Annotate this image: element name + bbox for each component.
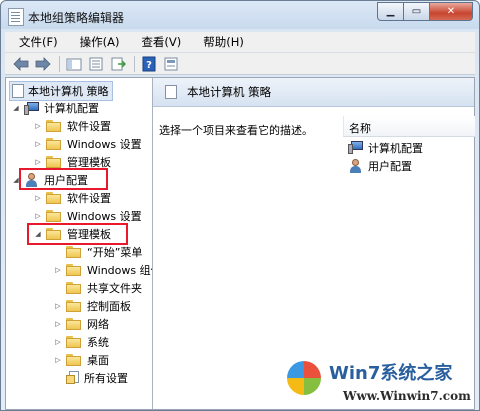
- toolbar-separator: [134, 55, 135, 72]
- details-title: 本地计算机 策略: [187, 85, 272, 99]
- expand-arrow-icon[interactable]: ▷: [33, 140, 43, 148]
- folder-icon: [66, 300, 82, 312]
- expand-arrow-icon[interactable]: ▷: [33, 158, 43, 166]
- menu-file[interactable]: 文件(F): [5, 34, 66, 50]
- list-item-computer-config[interactable]: 计算机配置: [348, 139, 423, 156]
- toolbar: ?: [5, 52, 475, 75]
- expand-arrow-icon[interactable]: ▷: [53, 266, 63, 274]
- tree-item-label: “开始”菜单: [87, 246, 143, 259]
- tree-item-label: 软件设置: [67, 120, 111, 133]
- folder-icon: [46, 192, 62, 204]
- list-item-label: 用户配置: [368, 159, 412, 173]
- folder-icon: [66, 282, 82, 294]
- tree-item-label: 本地计算机 策略: [28, 85, 109, 98]
- expand-arrow-icon[interactable]: ▷: [33, 194, 43, 202]
- folder-icon: [66, 246, 82, 258]
- tree-item-root[interactable]: 本地计算机 策略: [9, 81, 113, 101]
- computer-icon: [348, 141, 364, 154]
- tree-item-label: 所有设置: [84, 372, 128, 385]
- expand-arrow-icon[interactable]: ▷: [33, 212, 43, 220]
- column-header-name[interactable]: 名称: [343, 116, 475, 137]
- properties-icon[interactable]: [161, 55, 181, 73]
- highlight-box-admin-templates: [27, 223, 128, 245]
- tree-item-label: 网络: [87, 318, 109, 331]
- close-button[interactable]: ✕: [430, 2, 473, 21]
- help-icon[interactable]: ?: [139, 55, 159, 73]
- menu-bar: 文件(F) 操作(A) 查看(V) 帮助(H): [5, 32, 475, 52]
- tree-item-label: Windows 设置: [67, 210, 142, 223]
- tree-item-label: 系统: [87, 336, 109, 349]
- windows-logo-icon: [287, 361, 321, 395]
- column-header-label: 名称: [349, 122, 371, 135]
- gpedit-window: 本地组策略编辑器 ▁ ▭ ✕ 文件(F) 操作(A) 查看(V) 帮助(H) ?…: [0, 0, 480, 411]
- list-item-label: 计算机配置: [368, 141, 423, 155]
- expand-arrow-icon[interactable]: ▷: [53, 338, 63, 346]
- tree-item-label: 软件设置: [67, 192, 111, 205]
- user-icon: [348, 158, 364, 173]
- menu-action[interactable]: 操作(A): [66, 34, 128, 50]
- policy-document-icon: [165, 85, 177, 99]
- site-watermark: Win7系统之家 Www.Winwin7.com: [281, 357, 477, 409]
- back-icon[interactable]: [11, 55, 31, 73]
- tree-item-shared-folders[interactable]: 共享文件夹: [53, 279, 142, 297]
- tree-item-label: 桌面: [87, 354, 109, 367]
- minimize-button[interactable]: ▁: [377, 2, 404, 21]
- tree-item-computer-config[interactable]: ◢ 计算机配置: [11, 99, 99, 117]
- folder-icon: [46, 210, 62, 222]
- expand-arrow-icon[interactable]: ▷: [33, 122, 43, 130]
- watermark-title: Win7系统之家: [329, 363, 453, 384]
- folder-icon: [66, 318, 82, 330]
- description-text: 选择一个项目来查看它的描述。: [159, 124, 313, 137]
- tree-item-desktop[interactable]: ▷ 桌面: [53, 351, 109, 369]
- folder-icon: [66, 336, 82, 348]
- collapse-arrow-icon[interactable]: ◢: [11, 104, 21, 112]
- menu-help[interactable]: 帮助(H): [189, 34, 252, 50]
- list-item-user-config[interactable]: 用户配置: [348, 157, 412, 174]
- expand-arrow-icon[interactable]: ▷: [53, 302, 63, 310]
- export-list-icon[interactable]: [108, 55, 128, 73]
- tree-item-label: 计算机配置: [44, 102, 99, 115]
- tree-item-label: Windows 组件: [87, 264, 152, 277]
- window-title: 本地组策略编辑器: [28, 11, 125, 25]
- tree-item-network[interactable]: ▷ 网络: [53, 315, 109, 333]
- title-bar[interactable]: 本地组策略编辑器 ▁ ▭ ✕: [1, 1, 479, 31]
- maximize-button[interactable]: ▭: [404, 2, 430, 21]
- tree-item-control-panel[interactable]: ▷ 控制面板: [53, 297, 131, 315]
- folder-icon: [66, 354, 82, 366]
- tree-item-windows-settings[interactable]: ▷ Windows 设置: [33, 135, 142, 153]
- tree-item-label: 共享文件夹: [87, 282, 142, 295]
- all-settings-icon: [66, 371, 80, 385]
- folder-icon: [46, 156, 62, 168]
- tree-item-label: 控制面板: [87, 300, 131, 313]
- tree-item-label: Windows 设置: [67, 138, 142, 151]
- show-hide-tree-icon[interactable]: [86, 55, 106, 73]
- toolbar-separator: [59, 55, 60, 72]
- up-icon[interactable]: [64, 55, 84, 73]
- expand-arrow-icon[interactable]: ▷: [53, 356, 63, 364]
- highlight-box-user-config: [19, 168, 108, 190]
- folder-icon: [46, 120, 62, 132]
- tree-item-software-settings[interactable]: ▷ 软件设置: [33, 117, 111, 135]
- policy-document-icon: [12, 84, 24, 98]
- computer-icon: [24, 101, 40, 115]
- folder-icon: [66, 264, 82, 276]
- menu-view[interactable]: 查看(V): [127, 34, 189, 50]
- folder-icon: [46, 138, 62, 150]
- forward-icon[interactable]: [33, 55, 53, 73]
- tree-item-system[interactable]: ▷ 系统: [53, 333, 109, 351]
- watermark-url: Www.Winwin7.com: [343, 389, 471, 403]
- svg-text:?: ?: [146, 60, 152, 71]
- expand-arrow-icon[interactable]: ▷: [53, 320, 63, 328]
- tree-item-software-settings[interactable]: ▷ 软件设置: [33, 189, 111, 207]
- tree-item-start-menu[interactable]: “开始”菜单: [53, 243, 142, 261]
- details-header: 本地计算机 策略: [153, 78, 474, 107]
- caption-buttons: ▁ ▭ ✕: [377, 2, 473, 21]
- tree-item-windows-components[interactable]: ▷ Windows 组件: [53, 261, 152, 279]
- tree-pane[interactable]: 本地计算机 策略 ◢ 计算机配置 ▷ 软件设置 ▷ Windows 设置 ▷ 管…: [6, 78, 153, 409]
- tree-item-all-settings[interactable]: 所有设置: [53, 369, 128, 387]
- gpedit-app-icon: [8, 8, 24, 26]
